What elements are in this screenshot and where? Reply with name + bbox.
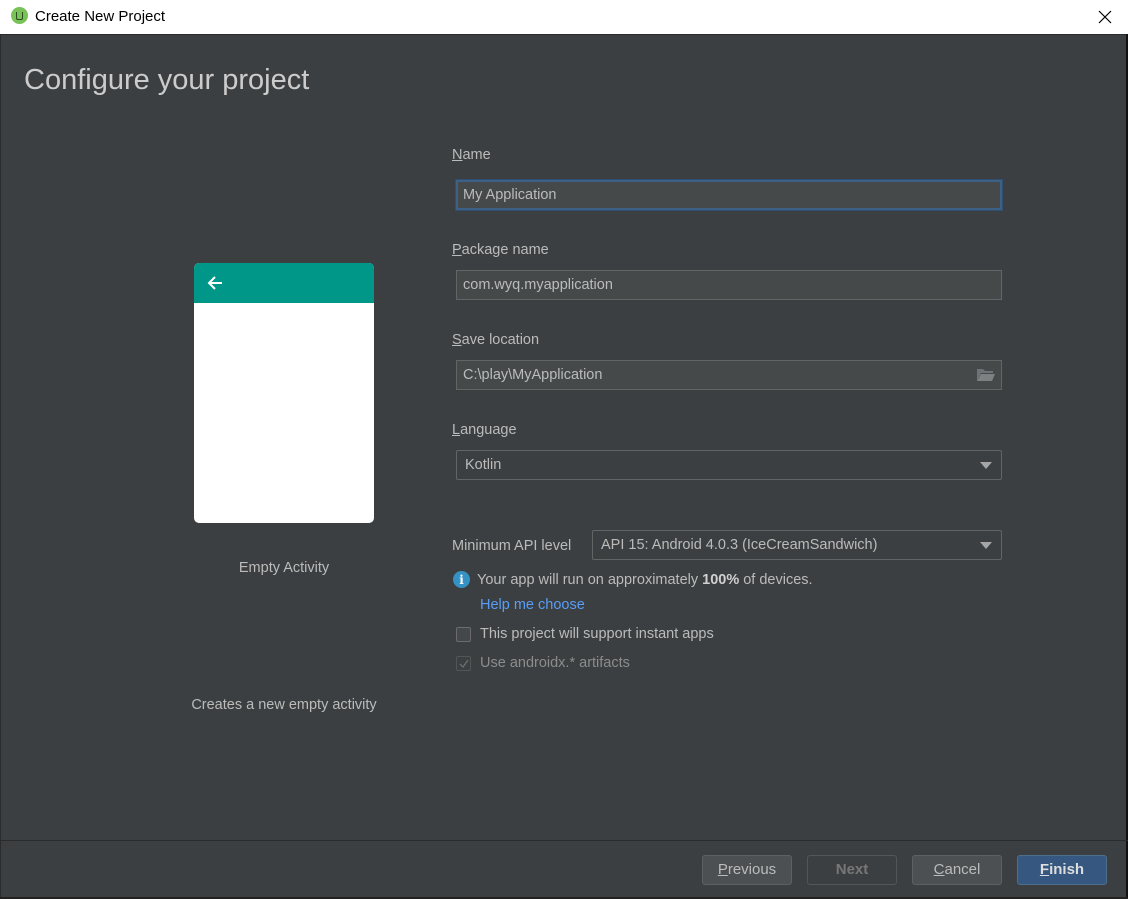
language-selected: Kotlin xyxy=(465,457,502,473)
name-input[interactable] xyxy=(456,180,1002,210)
language-label: Language xyxy=(452,422,517,438)
window-titlebar: Create New Project xyxy=(0,0,1128,35)
androidx-label: Use androidx.* artifacts xyxy=(480,655,630,671)
min-api-select[interactable]: API 15: Android 4.0.3 (IceCreamSandwich) xyxy=(592,530,1002,560)
template-description: Creates a new empty activity xyxy=(191,697,377,713)
min-api-label: Minimum API level xyxy=(452,538,572,554)
finish-button[interactable]: Finish xyxy=(1017,855,1107,885)
footer-divider xyxy=(0,840,1128,841)
chevron-down-icon xyxy=(980,462,992,469)
instant-apps-label: This project will support instant apps xyxy=(480,626,714,642)
template-name: Empty Activity xyxy=(238,560,330,576)
page-title: Configure your project xyxy=(24,64,310,96)
cancel-button[interactable]: Cancel xyxy=(912,855,1002,885)
androidx-option: Use androidx.* artifacts xyxy=(456,655,630,671)
close-icon xyxy=(1098,10,1112,24)
help-me-choose-link[interactable]: Help me choose xyxy=(480,597,585,613)
next-button: Next xyxy=(807,855,897,885)
preview-appbar xyxy=(194,263,374,303)
min-api-selected: API 15: Android 4.0.3 (IceCreamSandwich) xyxy=(601,537,878,553)
previous-button[interactable]: Previous xyxy=(702,855,792,885)
instant-apps-checkbox[interactable] xyxy=(456,626,471,642)
language-select[interactable]: Kotlin xyxy=(456,450,1002,480)
coverage-text-prefix: Your app will run on approximately xyxy=(477,571,699,588)
androidx-checkbox xyxy=(456,655,471,671)
checkmark-icon xyxy=(459,659,469,668)
device-coverage-info: i Your app will run on approximately 100… xyxy=(453,571,813,588)
back-arrow-icon xyxy=(207,276,222,290)
window-title: Create New Project xyxy=(35,8,166,25)
close-button[interactable] xyxy=(1082,0,1128,34)
activity-preview xyxy=(194,263,374,523)
package-name-label: Package name xyxy=(452,242,549,258)
window-border-left xyxy=(0,34,1,899)
chevron-down-icon xyxy=(980,542,992,549)
folder-icon[interactable] xyxy=(976,367,996,383)
android-studio-icon xyxy=(11,7,28,24)
package-name-input[interactable] xyxy=(456,270,1002,300)
instant-apps-option[interactable]: This project will support instant apps xyxy=(456,626,714,642)
save-location-input[interactable] xyxy=(456,360,1002,390)
coverage-text-suffix: of devices. xyxy=(743,571,813,588)
save-location-label: Save location xyxy=(452,332,540,348)
coverage-percent: 100% xyxy=(702,571,740,588)
name-label: Name xyxy=(452,147,491,163)
info-icon: i xyxy=(453,571,470,588)
